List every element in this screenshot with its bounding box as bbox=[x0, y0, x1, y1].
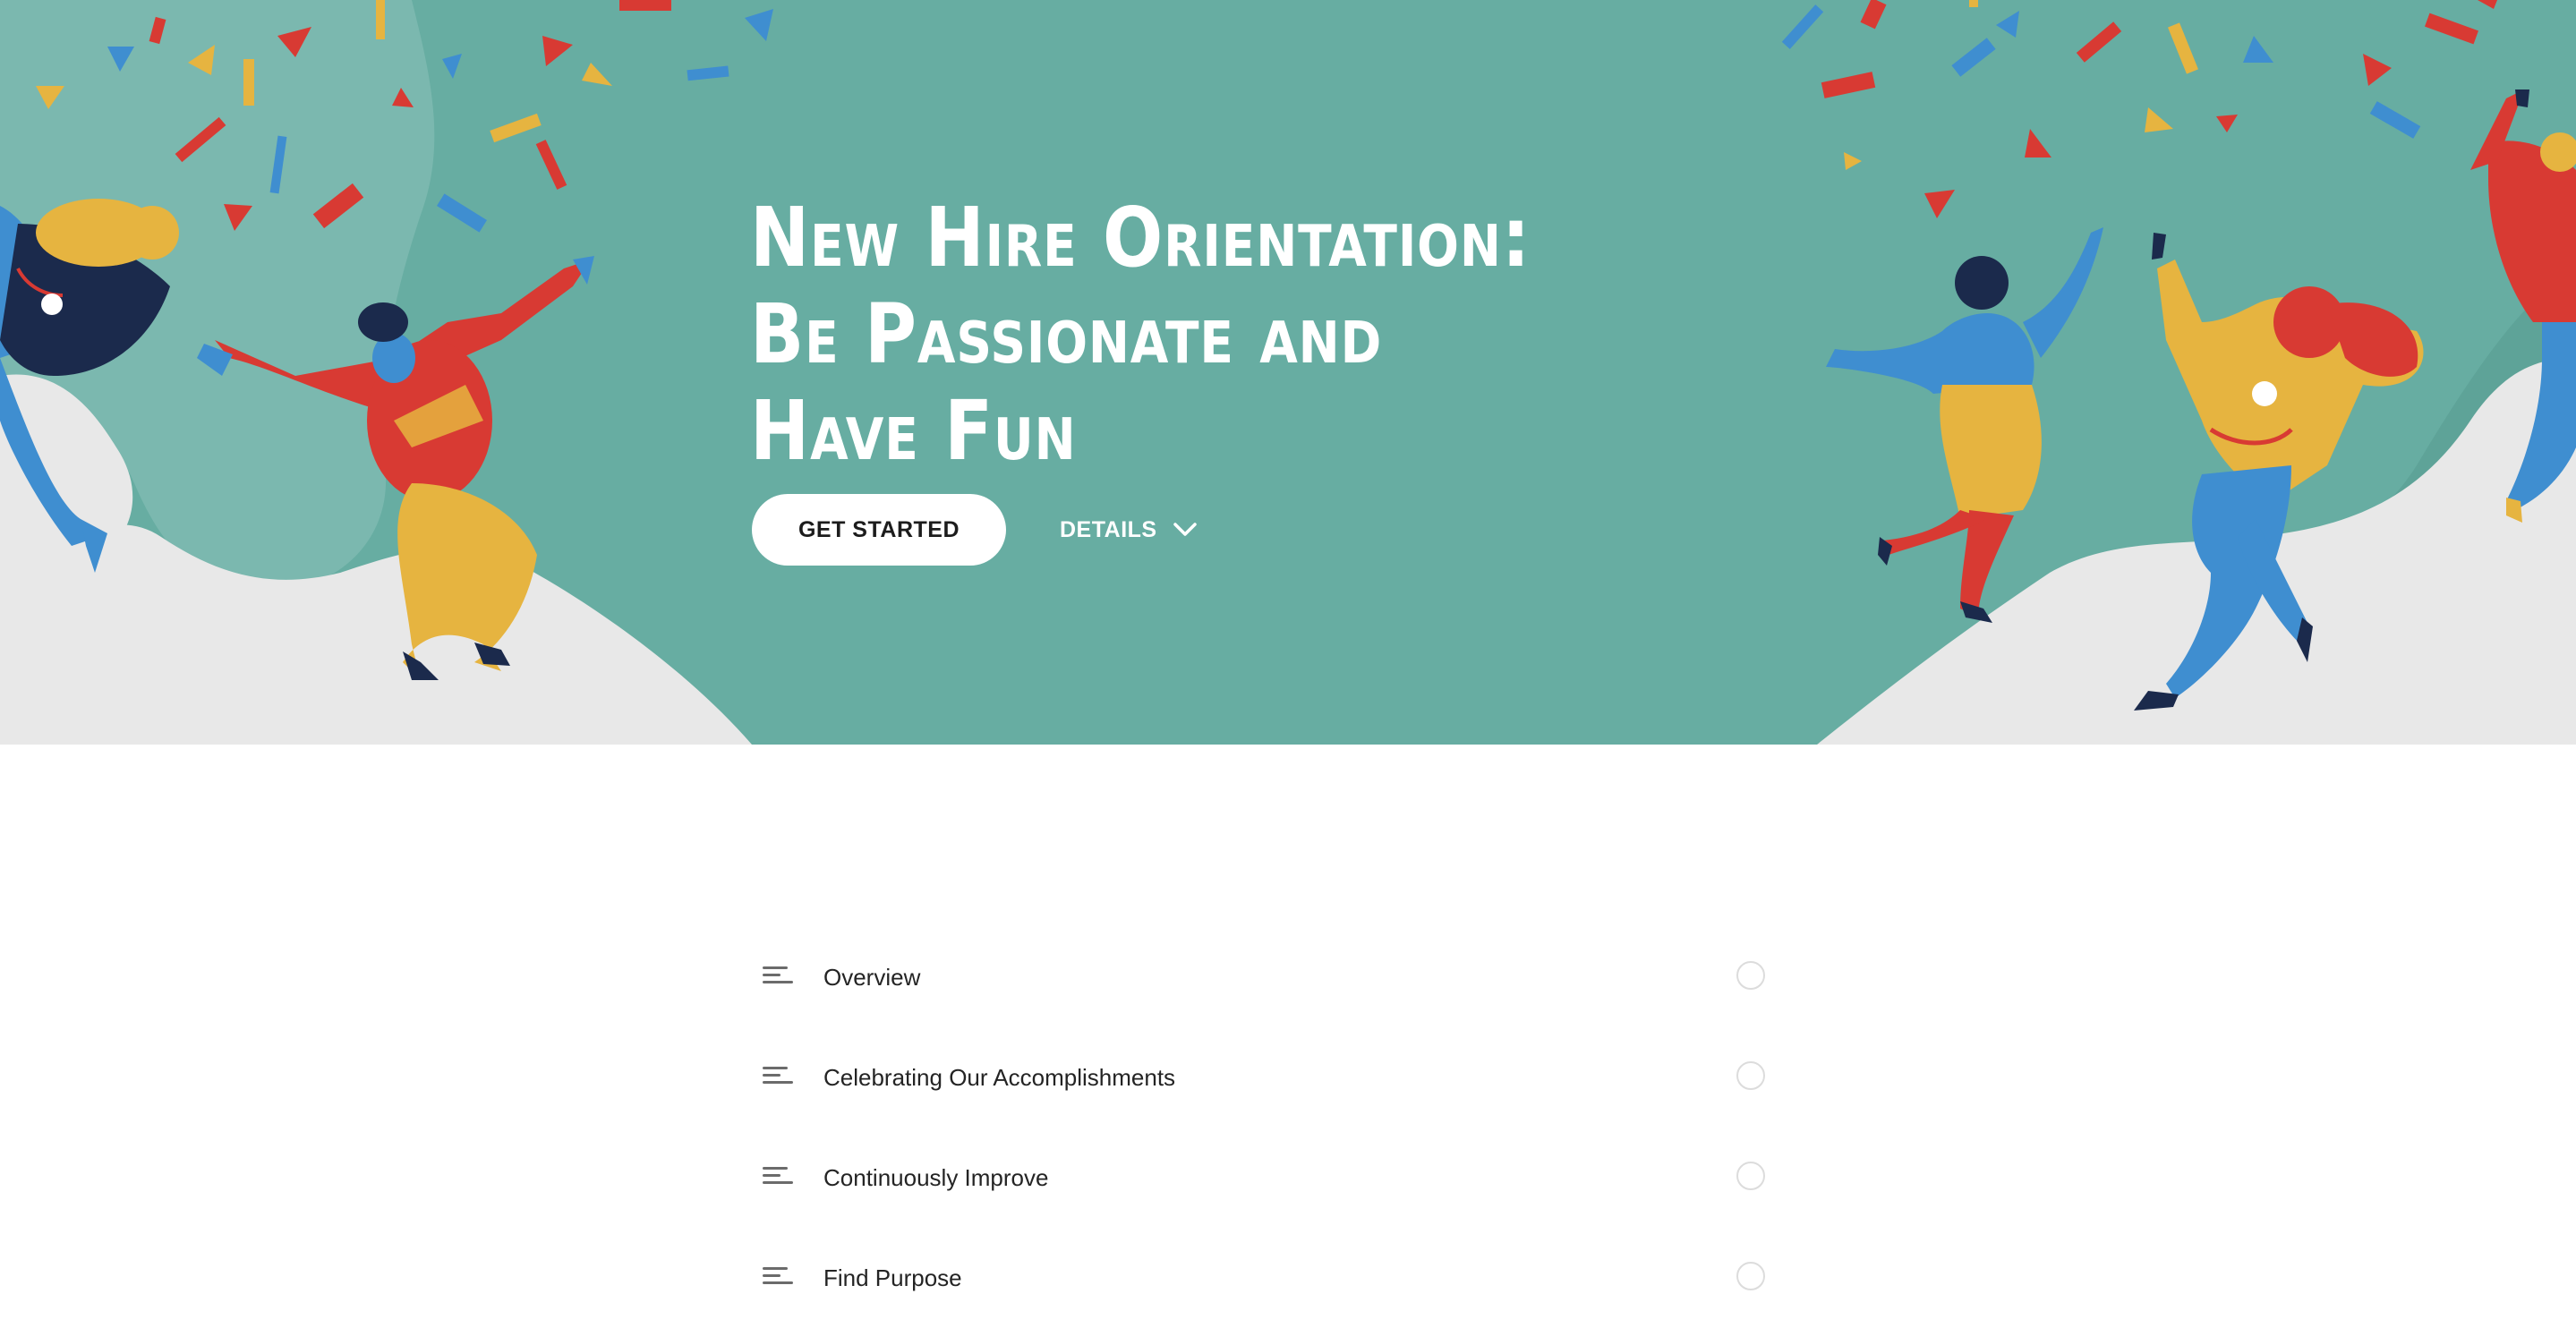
lesson-text-icon bbox=[763, 966, 793, 983]
lesson-status-circle bbox=[1736, 1061, 1765, 1090]
lesson-title: Celebrating Our Accomplishments bbox=[823, 1064, 1176, 1091]
get-started-button[interactable]: GET STARTED bbox=[752, 494, 1006, 566]
lesson-title: Find Purpose bbox=[823, 1264, 962, 1291]
course-title: New Hire Orientation: Be Passionate and … bbox=[750, 190, 1531, 479]
lesson-item-find-purpose[interactable]: Find Purpose bbox=[752, 1228, 1772, 1328]
lesson-status-circle bbox=[1736, 961, 1765, 990]
lesson-list: Overview Celebrating Our Accomplishments… bbox=[752, 927, 1772, 1328]
chevron-down-icon bbox=[1173, 523, 1197, 536]
course-hero: New Hire Orientation: Be Passionate and … bbox=[0, 0, 2576, 745]
lesson-item-celebrating-our-accomplishments[interactable]: Celebrating Our Accomplishments bbox=[752, 1027, 1772, 1128]
lesson-status-circle bbox=[1736, 1162, 1765, 1190]
lesson-text-icon bbox=[763, 1167, 793, 1184]
lesson-title: Continuously Improve bbox=[823, 1164, 1049, 1191]
lesson-status-circle bbox=[1736, 1262, 1765, 1290]
lesson-title: Overview bbox=[823, 964, 921, 991]
lesson-text-icon bbox=[763, 1067, 793, 1084]
details-label: DETAILS bbox=[1060, 516, 1157, 542]
lesson-text-icon bbox=[763, 1267, 793, 1284]
details-toggle[interactable]: DETAILS bbox=[1060, 510, 1197, 549]
lesson-item-continuously-improve[interactable]: Continuously Improve bbox=[752, 1128, 1772, 1228]
lesson-item-overview[interactable]: Overview bbox=[752, 927, 1772, 1027]
